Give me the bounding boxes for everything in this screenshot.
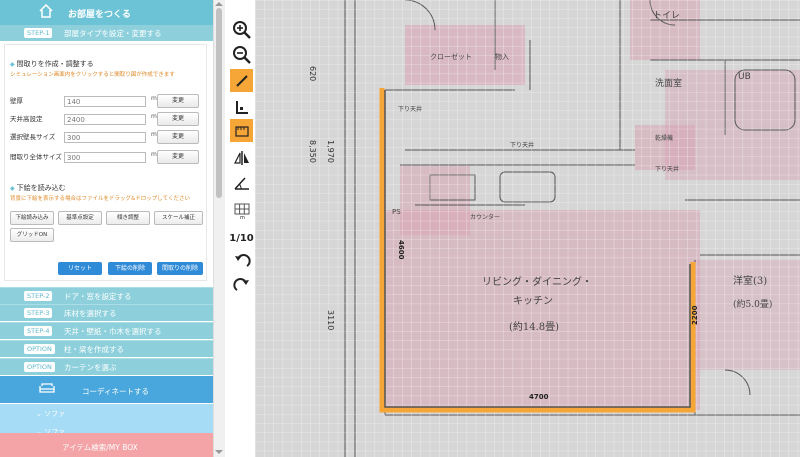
total-size-change-button[interactable]: 変更 [157, 150, 199, 164]
madori-title: 間取りを作成・調整する [10, 59, 94, 69]
senmen-label: 洗面室 [655, 79, 683, 89]
room-label-size: (約14.8畳) [509, 322, 560, 333]
option1-badge: OPTION [24, 344, 55, 354]
load-underlay-button[interactable]: 下絵読み込み [10, 211, 54, 225]
wall-thickness-change-button[interactable]: 変更 [157, 94, 199, 108]
left-panel-scrollbar[interactable] [213, 0, 225, 457]
step1-row[interactable]: STEP-1 部屋タイプを設定・変更する [0, 25, 213, 41]
room-label-kitchen: キッチン [513, 296, 553, 307]
step2-badge: STEP-2 [24, 291, 53, 301]
sagari-label-3: 下り天井 [655, 166, 680, 173]
monoire-label: 物入 [495, 53, 509, 61]
dim-1970: 1,970 [326, 140, 335, 163]
ps-label: PS [392, 208, 401, 216]
step2-label: ドア・窓を設定する [64, 292, 132, 301]
reset-button[interactable]: リセット [58, 262, 102, 275]
ruler-tool-icon[interactable] [230, 119, 253, 142]
scale-label: 1/10 [229, 233, 254, 244]
shita-note: 背景に下絵を表示する場合はファイルをドラッグ&ドロップしてください [10, 196, 190, 202]
undo-icon[interactable] [230, 250, 253, 273]
step3-badge: STEP-3 [24, 308, 53, 318]
option1-label: 柱・梁を作成する [64, 345, 124, 354]
create-room-header[interactable]: お部屋をつくる [0, 0, 213, 25]
madori-note: シミュレーション画面内をクリックすると間取り図が作成できます [10, 72, 175, 78]
wall-tool-icon[interactable] [230, 95, 253, 118]
closet-label: クローゼット [430, 53, 472, 61]
sofa-row[interactable]: ⌄ ソファ [0, 404, 213, 422]
coordinate-header[interactable]: コーディネートする [0, 376, 213, 403]
shita-title: 下絵を読み込む [10, 183, 66, 193]
step3-row[interactable]: STEP-3 床材を選択する [0, 304, 213, 321]
wall-thickness-label: 壁厚 [10, 97, 23, 105]
scale-correct-button[interactable]: スケール補正 [154, 211, 203, 225]
wall-length-label: 選択壁長サイズ [10, 133, 56, 141]
item-search-bar[interactable]: アイテム検索/MY BOX [0, 433, 213, 457]
dryer-label: 乾燥機 [655, 135, 674, 142]
scroll-thumb[interactable] [216, 8, 222, 198]
room-label-western-size: (約5.0畳) [733, 300, 773, 310]
option-pillar-row[interactable]: OPTION 柱・梁を作成する [0, 340, 213, 357]
scroll-up-icon[interactable] [215, 2, 223, 6]
wall-thickness-input[interactable]: 140 [64, 96, 146, 107]
ceiling-height-change-button[interactable]: 変更 [157, 112, 199, 126]
grid-on-button[interactable]: グリッドON [10, 228, 54, 242]
wall-dim-bottom: 4700 [529, 393, 549, 401]
svg-text:m: m [240, 215, 245, 219]
wall-length-input[interactable]: 300 [64, 132, 146, 143]
dim-620: 620 [308, 66, 317, 82]
chevron-down-icon: ⌄ [36, 410, 42, 418]
step4-row[interactable]: STEP-4 天井・壁紙・巾木を選択する [0, 322, 213, 339]
option2-label: カーテンを選ぶ [64, 363, 117, 372]
flip-horizontal-icon[interactable] [230, 146, 253, 169]
grid-toggle-icon[interactable]: m [230, 199, 253, 222]
item-search-label: アイテム検索/MY BOX [62, 443, 138, 452]
tilt-adjust-button[interactable]: 傾き調整 [106, 211, 150, 225]
step3-label: 床材を選択する [64, 309, 117, 318]
header-title: お部屋をつくる [68, 10, 131, 20]
option-curtain-row[interactable]: OPTION カーテンを選ぶ [0, 358, 213, 375]
counter-label: カウンター [470, 214, 501, 221]
scroll-down-icon[interactable] [215, 450, 223, 454]
wall-dim-left: 4600 [397, 240, 405, 260]
step4-label: 天井・壁紙・巾木を選択する [64, 327, 162, 336]
step1-badge: STEP-1 [24, 28, 53, 38]
tool-column: m 1/10 [228, 0, 255, 457]
sagari-label-1: 下り天井 [398, 106, 423, 113]
ub-label: UB [738, 72, 751, 82]
coordinate-label: コーディネートする [82, 387, 149, 396]
step2-row[interactable]: STEP-2 ドア・窓を設定する [0, 287, 213, 304]
zoom-in-icon[interactable] [230, 18, 253, 41]
pen-draw-icon[interactable] [230, 69, 253, 92]
delete-underlay-button[interactable]: 下絵の削除 [108, 262, 152, 275]
ceiling-height-input[interactable]: 2400 [64, 114, 146, 125]
left-panel: お部屋をつくる STEP-1 部屋タイプを設定・変更する 間取りを作成・調整する… [0, 0, 213, 457]
wall-length-change-button[interactable]: 変更 [157, 130, 199, 144]
toilet-label: トイレ [653, 11, 681, 21]
sofa-label: ⌄ ソファ [36, 409, 65, 419]
rotate-angle-icon[interactable] [230, 171, 253, 194]
sagari-label-2: 下り天井 [510, 142, 535, 149]
room-label-ldk: リビング・ダイニング・ [482, 277, 592, 288]
step4-badge: STEP-4 [24, 326, 53, 336]
sofa-icon [38, 382, 56, 396]
redo-icon[interactable] [230, 274, 253, 297]
wall-dim-right: 2200 [691, 305, 699, 325]
settings-panel: 間取りを作成・調整する シミュレーション画面内をクリックすると間取り図が作成でき… [4, 44, 207, 281]
delete-plan-button[interactable]: 間取りの削除 [157, 262, 203, 275]
house-icon [38, 3, 54, 21]
floor-plan-canvas[interactable]: リビング・ダイニング・ キッチン (約14.8畳) 洋室(3) (約5.0畳) … [255, 0, 800, 457]
dim-3110: 3110 [326, 310, 335, 331]
step1-label: 部屋タイプを設定・変更する [64, 29, 162, 38]
zoom-out-icon[interactable] [230, 43, 253, 66]
total-size-input[interactable]: 300 [64, 152, 146, 163]
scale-ratio-icon[interactable]: 1/10 [229, 227, 254, 250]
room-label-western: 洋室(3) [733, 276, 768, 287]
total-size-label: 間取り全体サイズ [10, 153, 62, 161]
option2-badge: OPTION [24, 362, 55, 372]
ceiling-height-label: 天井高設定 [10, 115, 43, 123]
set-reference-button[interactable]: 基準点設定 [58, 211, 102, 225]
sofa-text: ソファ [44, 410, 66, 418]
dim-8350: 8,350 [308, 140, 317, 163]
